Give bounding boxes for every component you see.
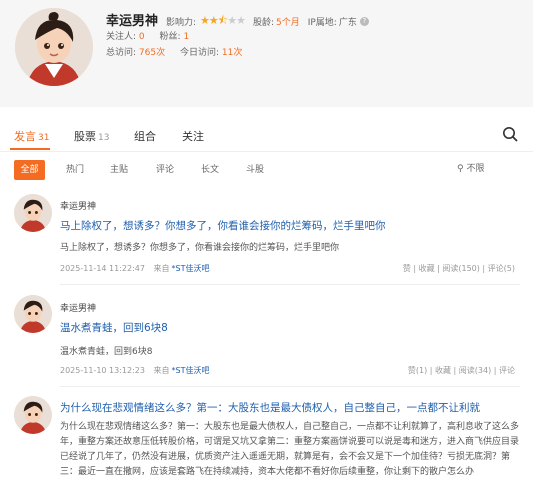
post-stock-link[interactable]: *ST佳沃吧 xyxy=(172,264,210,273)
visits-value: 765次 xyxy=(138,48,166,58)
post-source: 来自 xyxy=(153,264,170,273)
today-value: 11次 xyxy=(221,48,243,58)
tab-bar: 发言 31 股票 13 组合 关注 xyxy=(0,118,533,152)
visits-label: 总访问: xyxy=(106,48,137,58)
divider xyxy=(60,386,520,387)
tab-stocks[interactable]: 股票 13 xyxy=(74,128,109,144)
post-avatar[interactable] xyxy=(14,396,52,434)
fans-label: 粉丝: xyxy=(159,32,181,42)
today-label: 今日访问: xyxy=(179,48,220,58)
avatar-image xyxy=(14,396,52,434)
post-body: 温水煮青蛙，回到6块8 xyxy=(60,347,153,357)
follow-stats: 关注人: 0 粉丝: 1 xyxy=(106,29,189,42)
post-source: 来自 xyxy=(153,366,170,375)
post-footer: 2025-11-14 11:22:47 来自 *ST佳沃吧 赞 | 收藏 | 阅读… xyxy=(60,263,515,274)
influence-label: 影响力: xyxy=(166,18,197,28)
filter-duel[interactable]: 斗股 xyxy=(240,160,270,180)
tab-posts[interactable]: 发言 31 xyxy=(14,128,49,144)
post-body: 马上除权了，想诱多？你想多了，你看谁会接你的烂筹码，烂手里吧你 xyxy=(60,243,340,253)
profile-meta: 影响力: ★★⯪★★ 股龄: 5个月 IP属地: 广东 ? xyxy=(166,12,369,31)
age-value: 5个月 xyxy=(275,18,300,28)
visit-stats: 总访问: 765次 今日访问: 11次 xyxy=(106,45,242,58)
active-tab-indicator xyxy=(10,148,50,150)
avatar-image xyxy=(14,295,52,333)
followers-label: 关注人: xyxy=(106,32,137,42)
avatar[interactable] xyxy=(15,8,93,86)
filter-search-icon: ⚲ xyxy=(457,164,464,174)
help-icon[interactable]: ? xyxy=(359,17,369,26)
filter-comment[interactable]: 评论 xyxy=(150,160,180,180)
divider xyxy=(60,284,520,285)
avatar-image xyxy=(14,194,52,232)
post-time: 2025-11-14 11:22:47 xyxy=(60,264,145,273)
username: 幸运男神 xyxy=(106,14,159,29)
post-author[interactable]: 幸运男神 xyxy=(60,301,96,314)
post-stock-link[interactable]: *ST佳沃吧 xyxy=(172,366,210,375)
filter-main[interactable]: 主贴 xyxy=(104,160,134,180)
post-avatar[interactable] xyxy=(14,295,52,333)
filter-all[interactable]: 全部 xyxy=(14,160,45,180)
filter-hot[interactable]: 热门 xyxy=(60,160,90,180)
filter-bar: 全部 热门 主贴 评论 长文 斗股 ⚲ 不限 xyxy=(0,160,533,182)
tab-following[interactable]: 关注 xyxy=(182,128,204,144)
post-avatar[interactable] xyxy=(14,194,52,232)
tab-portfolio[interactable]: 组合 xyxy=(134,128,156,144)
post-actions[interactable]: 赞 | 收藏 | 阅读(150) | 评论(5) xyxy=(403,263,515,274)
ip-value: 广东 xyxy=(338,18,357,28)
post-title[interactable]: 马上除权了，想诱多？你想多了，你看谁会接你的烂筹码，烂手里吧你 xyxy=(60,218,386,233)
post-author[interactable]: 幸运男神 xyxy=(60,199,96,212)
post-actions[interactable]: 赞(1) | 收藏 | 阅读(34) | 评论 xyxy=(408,365,515,376)
influence-stars: ★★⯪★★ xyxy=(200,14,246,27)
followers-value[interactable]: 0 xyxy=(139,32,145,42)
post-footer: 2025-11-10 13:12:23 来自 *ST佳沃吧 赞(1) | 收藏 |… xyxy=(60,365,515,376)
post-time: 2025-11-10 13:12:23 xyxy=(60,366,145,375)
filter-select[interactable]: ⚲ 不限 xyxy=(457,160,484,178)
post-body: 为什么现在悲观情绪这么多？第一：大股东也是最大债权人，自己整自己，一点都不让利就… xyxy=(60,422,520,477)
fans-value[interactable]: 1 xyxy=(183,32,189,42)
age-label: 股龄: xyxy=(252,18,274,28)
post-title[interactable]: 为什么现在悲观情绪这么多？第一：大股东也是最大债权人，自己整自己，一点都不让利就 xyxy=(60,400,520,415)
avatar-image xyxy=(15,8,93,86)
post-title[interactable]: 温水煮青蛙，回到6块8 xyxy=(60,320,168,335)
filter-long[interactable]: 长文 xyxy=(195,160,225,180)
search-icon[interactable] xyxy=(502,126,518,142)
ip-label: IP属地: xyxy=(307,18,337,28)
